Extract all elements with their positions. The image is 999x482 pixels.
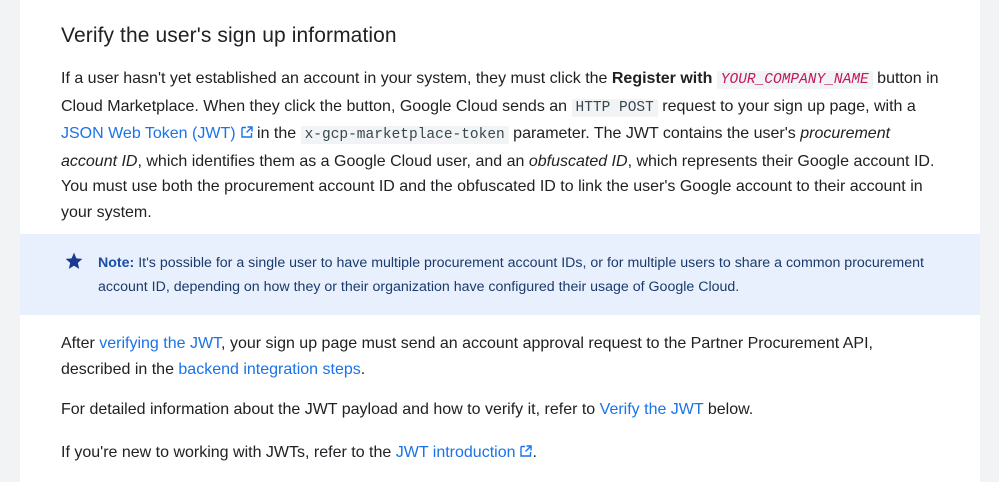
paragraph-signup-info: If a user hasn't yet established an acco… [61,66,941,225]
verifying-jwt-link[interactable]: verifying the JWT [99,335,221,352]
text: in the [252,125,301,142]
text: parameter. The JWT contains the user's [508,125,801,142]
note-text: Note: It's possible for a single user to… [98,251,958,299]
text: For detailed information about the JWT p… [61,401,600,418]
paragraph-after-verify: After verifying the JWT, your sign up pa… [61,331,941,382]
external-link-icon[interactable] [240,126,253,138]
paragraph-jwt-payload: For detailed information about the JWT p… [61,397,941,423]
note-callout: Note: It's possible for a single user to… [20,234,980,315]
text: . [532,444,537,461]
external-link-icon[interactable] [520,445,533,457]
text: , which identifies them as a Google Clou… [137,152,529,170]
paragraph-jwt-intro: If you're new to working with JWTs, refe… [61,440,941,466]
text: below. [703,401,754,418]
section-heading: Verify the user's sign up information [61,24,397,47]
jwt-intro-link[interactable]: JWT introduction [396,444,516,461]
jwt-link[interactable]: JSON Web Token (JWT) [61,125,236,142]
text: It's possible for a single user to have … [98,255,924,295]
text: If you're new to working with JWTs, refe… [61,444,396,461]
text: . [360,360,366,378]
text: After [61,335,100,352]
text: request to your sign up page, with a [657,97,916,115]
token-param-code: x-gcp-marketplace-token [300,126,509,144]
backend-steps-link[interactable]: backend integration steps [178,361,360,378]
verify-jwt-link[interactable]: Verify the JWT [600,401,704,418]
bold-text: Register with [611,70,713,87]
italic-text: obfuscated ID [528,152,628,170]
star-icon [65,252,83,269]
doc-page: Verify the user's sign up information If… [20,0,980,482]
http-post-code: HTTP POST [571,98,658,117]
text: If a user hasn't yet established an acco… [61,70,612,87]
company-name-var: YOUR_COMPANY_NAME [716,71,873,89]
note-label: Note: [98,255,135,271]
